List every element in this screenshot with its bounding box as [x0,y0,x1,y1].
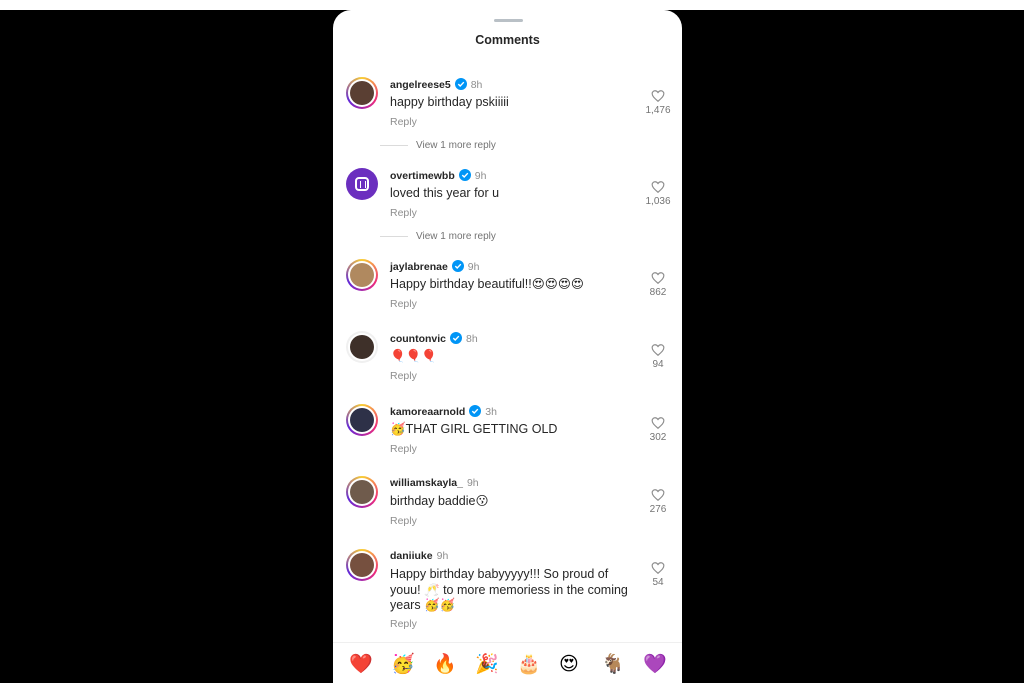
comment-text: 🎈🎈🎈 [390,349,437,363]
comment-text: loved this year for u [390,186,500,200]
like-count: 276 [649,504,667,515]
like-count: 54 [652,577,664,588]
verified-badge-icon [450,332,463,344]
comment-time: 8h [470,79,483,91]
sheet-title: Comments [475,33,540,47]
verified-badge-icon [469,405,482,417]
avatar[interactable] [346,259,378,291]
heart-icon[interactable] [651,180,665,194]
like-control[interactable]: 1,036 [643,180,673,207]
birthday-cake-emoji-button[interactable]: 🎂 [517,655,541,674]
purple-heart-emoji-button[interactable]: 💜 [643,655,667,674]
heart-icon[interactable] [651,89,665,103]
heart-eyes-emoji-button[interactable]: 😍 [559,655,579,674]
username[interactable]: jaylabrenae [390,261,448,273]
username[interactable]: kamoreaarnold [390,406,465,418]
comment-time: 9h [467,261,480,273]
reply-button[interactable]: Reply [390,116,417,128]
reply-button[interactable]: Reply [390,443,417,455]
like-count: 1,476 [645,105,671,116]
avatar[interactable] [346,476,378,508]
like-count: 862 [649,287,667,298]
verified-badge-icon [458,169,471,181]
like-control[interactable]: 862 [643,271,673,298]
like-control[interactable]: 54 [643,561,673,588]
heart-icon[interactable] [651,271,665,285]
comment-time: 8h [466,333,478,345]
heart-icon[interactable] [651,488,665,502]
comment-time: 3h [485,406,497,418]
comment-text: happy birthday pskiiiii [390,95,509,109]
comment-time: 9h [466,477,479,489]
reply-button[interactable]: Reply [390,515,417,527]
username[interactable]: daniiuke [390,550,433,562]
like-count: 94 [652,359,664,370]
view-more-replies[interactable]: View 1 more reply [380,140,496,151]
heart-icon[interactable] [651,343,665,357]
heart-icon[interactable] [651,416,665,430]
like-count: 1,036 [645,196,671,207]
red-heart-emoji-button[interactable]: ❤️ [349,655,373,674]
verified-badge-icon [451,260,464,272]
overtime-logo-icon [355,177,369,191]
fire-emoji-button[interactable]: 🔥 [433,655,457,674]
username[interactable]: countonvic [390,333,446,345]
verified-badge-icon [454,78,467,90]
reply-button[interactable]: Reply [390,207,417,219]
goat-emoji-button[interactable]: 🐐 [601,655,625,674]
avatar[interactable] [346,77,378,109]
avatar[interactable] [346,404,378,436]
comment-time: 9h [474,170,487,182]
avatar[interactable] [346,331,378,363]
party-popper-emoji-button[interactable]: 🎉 [475,655,499,674]
username[interactable]: angelreese5 [390,79,451,91]
reply-button[interactable]: Reply [390,298,417,310]
heart-icon[interactable] [651,561,665,575]
like-control[interactable]: 94 [643,343,673,370]
comment-text: Happy birthday beautiful!!😍😍😍😍 [390,277,584,291]
username[interactable]: williamskayla_ [390,477,463,489]
like-control[interactable]: 1,476 [643,89,673,116]
drag-handle[interactable] [494,19,523,22]
comment-text: birthday baddie😗 [390,494,489,508]
like-count: 302 [649,432,667,443]
username[interactable]: overtimewbb [390,170,455,182]
view-more-replies[interactable]: View 1 more reply [380,231,496,242]
comment-text: 🥳THAT GIRL GETTING OLD [390,422,558,436]
comments-sheet[interactable]: Comments angelreese5 8h happy birthday ps… [333,10,682,683]
avatar[interactable] [346,549,378,581]
party-face-emoji-button[interactable]: 🥳 [391,655,415,674]
emoji-reaction-bar: ❤️ 🥳 🔥 🎉 🎂 😍 🐐 💜 [333,642,682,683]
avatar[interactable] [346,168,378,200]
comment-text: Happy birthday babyyyyy!!! So proud of y… [390,567,628,612]
comment-time: 9h [436,550,449,562]
like-control[interactable]: 276 [643,488,673,515]
reply-button[interactable]: Reply [390,618,417,630]
reply-button[interactable]: Reply [390,370,417,382]
like-control[interactable]: 302 [643,416,673,443]
